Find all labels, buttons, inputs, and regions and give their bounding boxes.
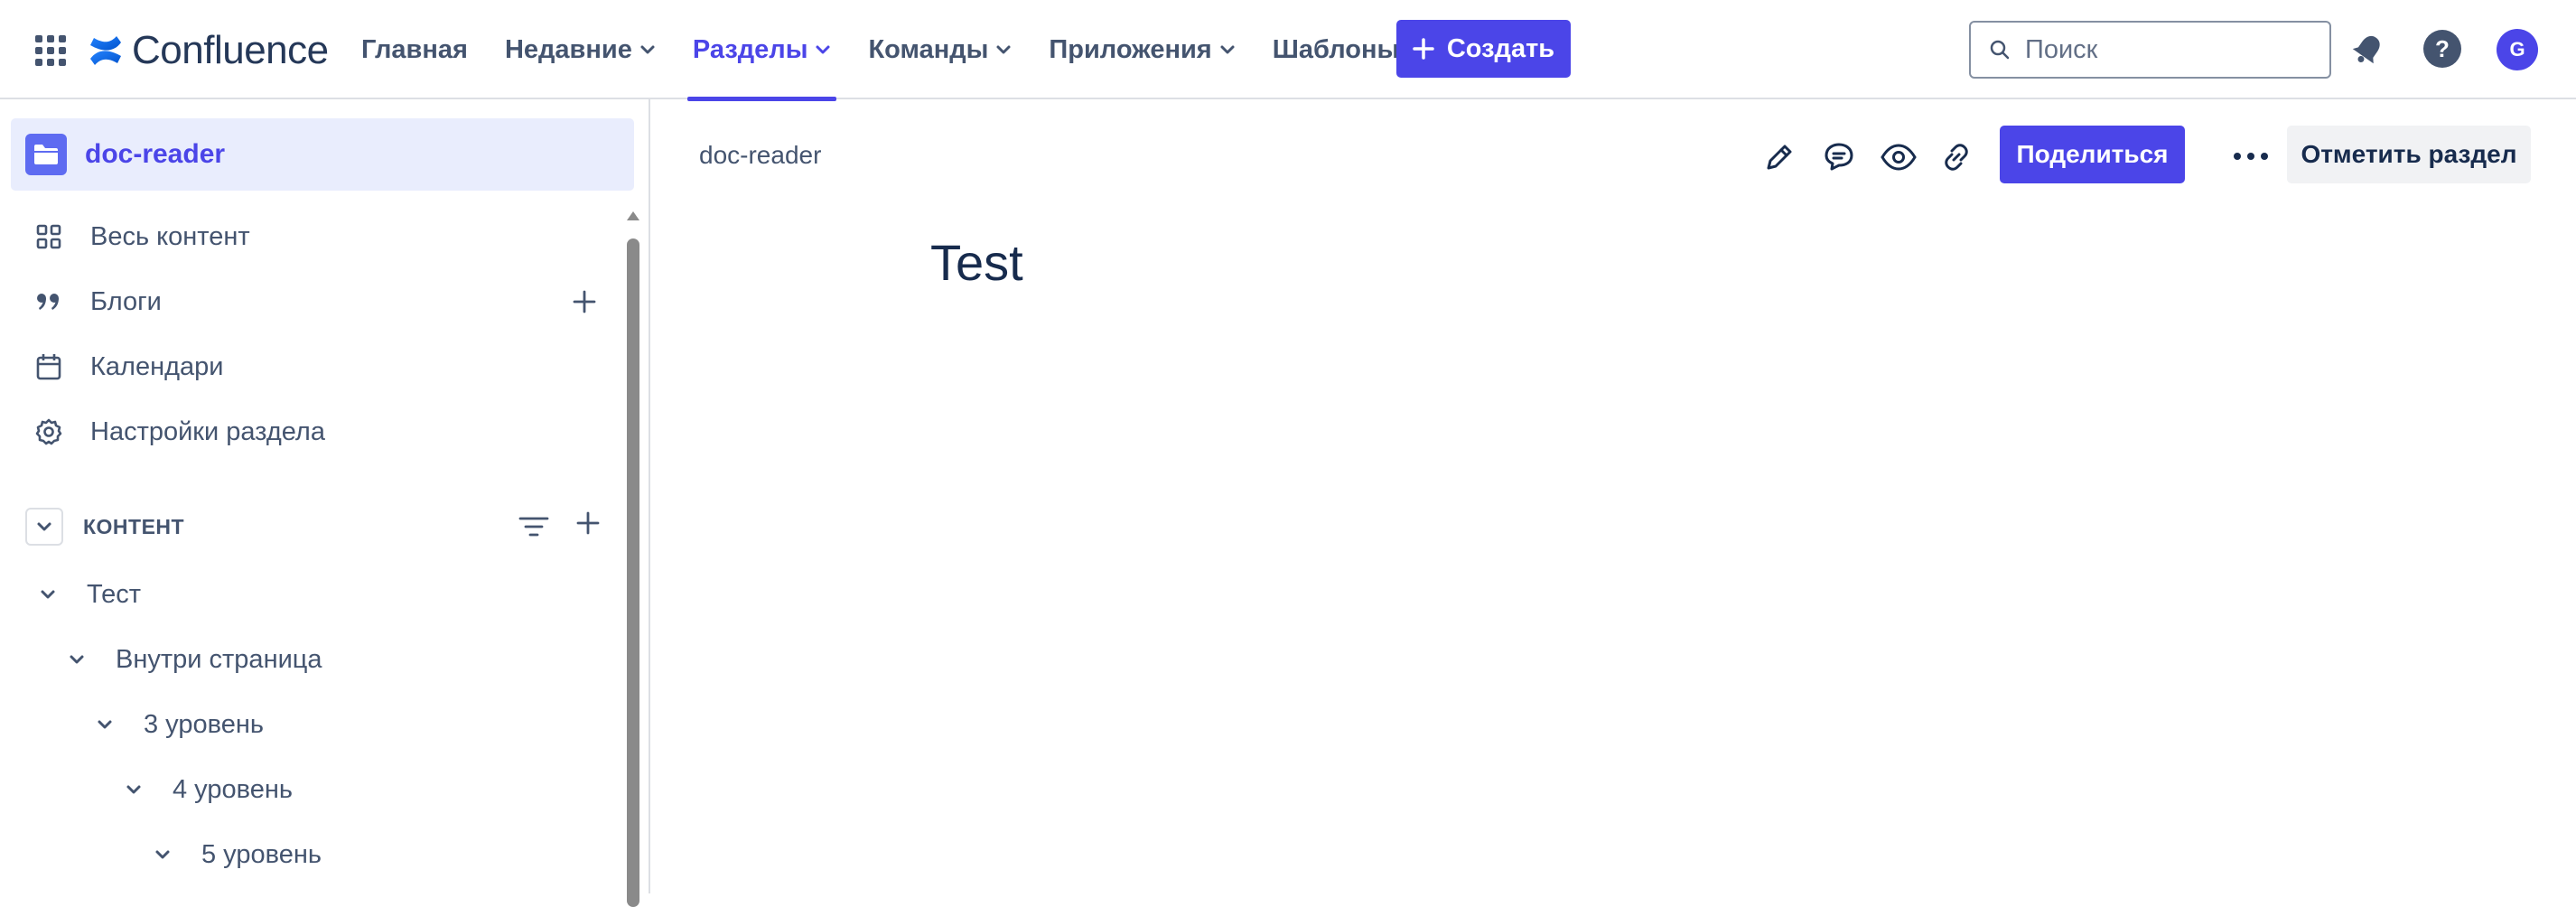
tree-item[interactable]: Внутри страница	[63, 631, 322, 687]
nav-recent-label: Недавние	[504, 34, 632, 64]
scrollbar-thumb[interactable]	[627, 238, 639, 907]
sidebar-item-label: Блоги	[90, 286, 162, 316]
quote-icon	[31, 291, 67, 313]
create-button[interactable]: Создать	[1396, 20, 1571, 78]
search-box[interactable]	[1969, 21, 2331, 79]
chevron-down-icon	[639, 44, 656, 55]
folder-icon	[25, 134, 67, 175]
create-button-label: Создать	[1446, 33, 1555, 63]
nav-apps[interactable]: Приложения	[1049, 0, 1235, 99]
main-content: doc-reader Поделиться Отметить раздел Te…	[650, 99, 2576, 893]
user-avatar[interactable]: G	[2497, 29, 2538, 70]
content-section-title: КОНТЕНТ	[83, 514, 185, 538]
add-content-plus-icon[interactable]	[576, 511, 600, 535]
gear-icon	[31, 418, 67, 445]
content-collapse-button[interactable]	[25, 508, 63, 546]
chevron-down-icon	[815, 44, 831, 55]
top-navigation: Confluence Главная Недавние Разделы Кома…	[0, 0, 2576, 101]
notifications-bell-icon[interactable]	[2350, 31, 2386, 67]
nav-teams[interactable]: Команды	[868, 0, 1012, 99]
watch-eye-icon[interactable]	[1877, 136, 1920, 179]
tree-item-label: 4 уровень	[173, 774, 293, 804]
plus-icon	[1413, 38, 1434, 60]
confluence-logo[interactable]: Confluence	[89, 25, 329, 76]
chevron-down-icon	[1219, 44, 1236, 55]
sidebar-item-space-settings[interactable]: Настройки раздела	[11, 404, 625, 460]
sidebar-scrollbar[interactable]	[625, 210, 641, 907]
more-horizontal-icon	[2233, 152, 2269, 161]
sidebar: doc-reader Весь контент Блоги Календари	[0, 99, 650, 907]
sidebar-item-label: Календари	[90, 351, 224, 381]
chevron-down-icon	[995, 44, 1012, 55]
star-space-button[interactable]: Отметить раздел	[2287, 126, 2531, 183]
nav-teams-label: Команды	[868, 34, 989, 64]
share-button-label: Поделиться	[2016, 140, 2169, 168]
nav-home[interactable]: Главная	[361, 0, 468, 99]
search-input[interactable]	[2023, 33, 2316, 66]
sidebar-item-calendars[interactable]: Календари	[11, 339, 625, 395]
avatar-initial: G	[2509, 38, 2525, 61]
space-header[interactable]: doc-reader	[11, 118, 634, 191]
search-icon	[1989, 39, 2011, 61]
sidebar-item-blogs[interactable]: Блоги	[11, 274, 625, 330]
more-actions-button[interactable]	[2227, 136, 2274, 177]
app-name: Confluence	[132, 28, 329, 72]
svg-text:?: ?	[2435, 35, 2450, 62]
chevron-down-icon[interactable]	[63, 654, 90, 665]
chevron-down-icon[interactable]	[120, 784, 147, 795]
confluence-logo-icon	[89, 33, 123, 69]
chevron-down-icon	[36, 521, 52, 532]
nav-apps-label: Приложения	[1049, 34, 1212, 64]
tree-item[interactable]: Тест	[34, 566, 141, 622]
tree-item-label: Тест	[87, 579, 141, 609]
help-icon[interactable]: ?	[2422, 29, 2462, 69]
tree-item-label: Внутри страница	[116, 644, 322, 674]
breadcrumb[interactable]: doc-reader	[699, 141, 821, 170]
chevron-down-icon[interactable]	[149, 849, 176, 860]
page-title: Test	[930, 234, 1023, 291]
tree-item[interactable]: 5 уровень	[149, 827, 322, 883]
edit-pencil-icon[interactable]	[1758, 136, 1801, 179]
nav-templates-label: Шаблоны	[1272, 34, 1400, 64]
tree-item[interactable]: 4 уровень	[120, 762, 293, 818]
tree-item-label: 5 уровень	[201, 839, 322, 869]
app-switcher-icon[interactable]	[33, 33, 69, 69]
tree-item[interactable]: 3 уровень	[91, 697, 264, 753]
sidebar-item-all-content[interactable]: Весь контент	[11, 209, 625, 265]
nav-spaces[interactable]: Разделы	[686, 0, 837, 101]
nav-spaces-label: Разделы	[692, 34, 808, 64]
calendar-icon	[31, 353, 67, 380]
nav-recent[interactable]: Недавние	[505, 0, 656, 99]
chevron-down-icon[interactable]	[91, 719, 118, 730]
add-blog-plus-icon[interactable]	[573, 290, 596, 313]
filter-icon[interactable]	[518, 515, 549, 538]
sidebar-item-label: Весь контент	[90, 221, 250, 251]
primary-nav: Главная Недавние Разделы Команды Приложе…	[361, 0, 1436, 101]
star-space-button-label: Отметить раздел	[2301, 140, 2517, 168]
nav-home-label: Главная	[361, 34, 468, 64]
copy-link-icon[interactable]	[1935, 136, 1978, 179]
sidebar-item-label: Настройки раздела	[90, 416, 325, 446]
tree-item-label: 3 уровень	[144, 709, 264, 739]
chevron-down-icon[interactable]	[34, 589, 61, 600]
content-section-header: КОНТЕНТ	[25, 504, 603, 549]
grid-icon	[31, 224, 67, 249]
scroll-up-arrow-icon[interactable]	[626, 210, 640, 222]
space-name: doc-reader	[85, 139, 226, 169]
nav-templates[interactable]: Шаблоны	[1273, 0, 1400, 99]
share-button[interactable]: Поделиться	[2000, 126, 2185, 183]
comment-icon[interactable]	[1817, 136, 1861, 179]
